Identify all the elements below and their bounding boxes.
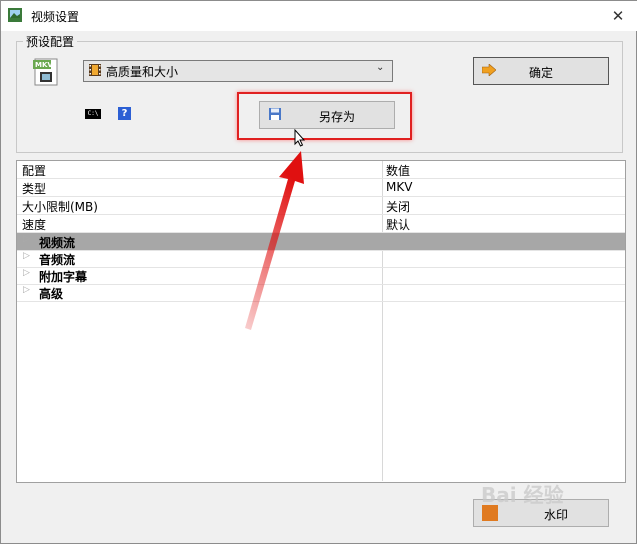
- property-table: 配置 数值 类型 MKV 大小限制(MB) 关闭 速度 默认 ▷ 视频流 ▷ 音…: [16, 160, 626, 483]
- row-name: 类型: [22, 182, 47, 196]
- annotation-highlight-box: [237, 92, 412, 140]
- category-row-advanced[interactable]: ▷ 高级: [17, 284, 625, 302]
- mouse-cursor-icon: [294, 129, 306, 147]
- category-name: 音频流: [39, 253, 76, 267]
- help-icon[interactable]: ?: [118, 107, 131, 120]
- table-row[interactable]: 大小限制(MB) 关闭: [17, 197, 625, 215]
- category-row-audio-stream[interactable]: ▷ 音频流: [17, 250, 625, 268]
- row-value[interactable]: 默认: [386, 216, 410, 233]
- svg-text:MKV: MKV: [35, 61, 53, 69]
- expand-triangle-icon[interactable]: ▷: [23, 251, 30, 261]
- title-bar: 视频设置 ✕: [1, 1, 637, 31]
- expand-triangle-icon[interactable]: ▷: [23, 268, 30, 278]
- table-row[interactable]: 类型 MKV: [17, 179, 625, 197]
- category-name: 视频流: [39, 236, 76, 250]
- chevron-down-icon[interactable]: ⌄: [376, 62, 384, 73]
- row-name: 大小限制(MB): [22, 200, 98, 214]
- expand-triangle-icon[interactable]: ▷: [23, 234, 30, 244]
- app-icon: [8, 8, 22, 22]
- row-name: 速度: [22, 218, 47, 232]
- table-header-row: 配置 数值: [17, 161, 625, 179]
- window-title: 视频设置: [31, 10, 80, 24]
- close-button[interactable]: ✕: [607, 5, 629, 27]
- film-icon: [89, 64, 101, 76]
- category-name: 高级: [39, 287, 64, 301]
- header-value: 数值: [386, 164, 411, 178]
- header-name: 配置: [22, 164, 47, 178]
- ok-button-label: 确定: [528, 66, 553, 80]
- mkv-file-icon: MKV: [33, 58, 58, 86]
- cmd-icon[interactable]: C:\: [85, 109, 101, 119]
- row-value[interactable]: MKV: [386, 180, 412, 194]
- video-settings-dialog: 视频设置 ✕ 预设配置 MKV 高质量和大小 ⌄ 确定 C:\ ? 另存为 配置…: [0, 0, 637, 544]
- watermark-button-label: 水印: [544, 508, 569, 522]
- preset-select-value: 高质量和大小: [106, 65, 179, 79]
- category-row-video-stream[interactable]: ▷ 视频流: [17, 233, 625, 251]
- expand-triangle-icon[interactable]: ▷: [23, 285, 30, 295]
- row-value[interactable]: 关闭: [386, 198, 410, 215]
- ok-button[interactable]: 确定: [473, 57, 609, 85]
- category-name: 附加字幕: [39, 270, 88, 284]
- preset-select[interactable]: 高质量和大小 ⌄: [83, 60, 393, 82]
- table-row[interactable]: 速度 默认: [17, 215, 625, 233]
- category-row-subtitles[interactable]: ▷ 附加字幕: [17, 267, 625, 285]
- baidu-watermark-logo: Bai 经验: [481, 483, 564, 507]
- preset-group-label: 预设配置: [23, 33, 78, 50]
